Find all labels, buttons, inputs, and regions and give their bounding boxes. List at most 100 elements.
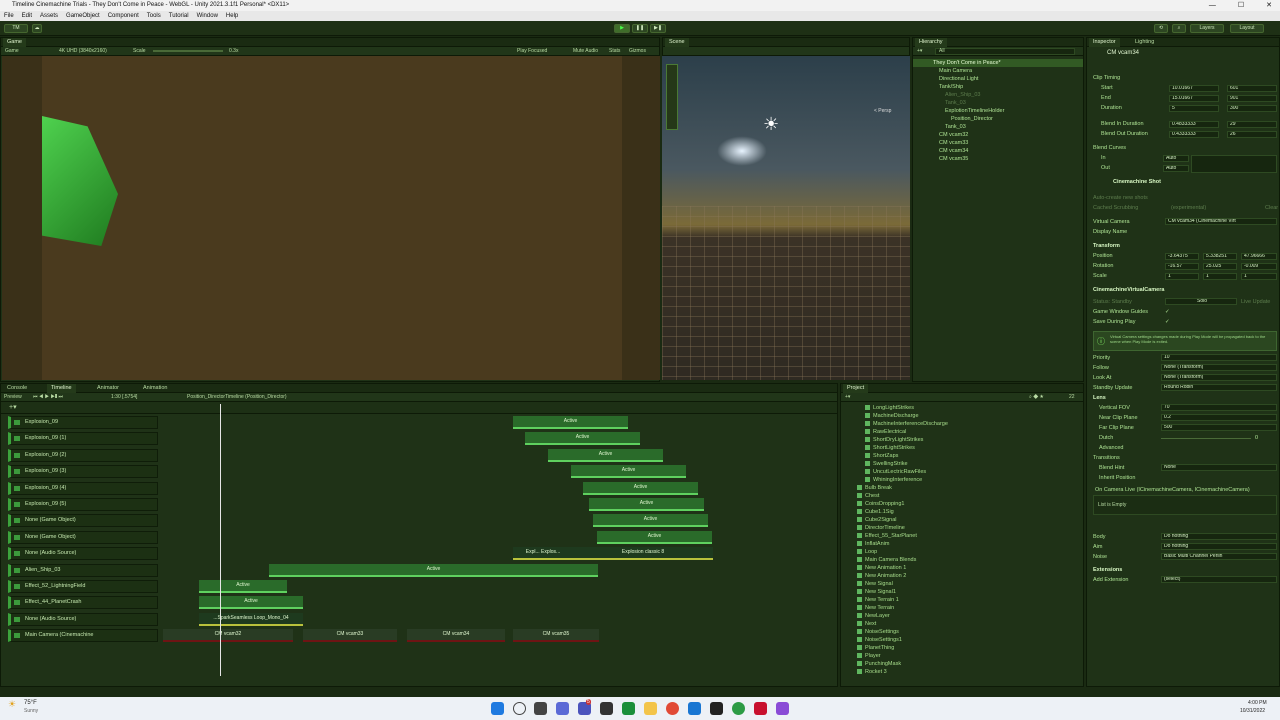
chat-icon[interactable]	[556, 702, 569, 715]
add-track-icon[interactable]: +▾	[9, 403, 17, 411]
timeline-clip[interactable]: CM vcam34	[407, 629, 505, 643]
project-add-icon[interactable]: +▾	[845, 393, 850, 402]
project-item[interactable]: Effect_55_StarPlanet	[857, 532, 917, 540]
project-item[interactable]: New Animation 1	[857, 564, 906, 572]
menu-tutorial[interactable]: Tutorial	[169, 11, 189, 21]
project-item[interactable]: Loop	[857, 548, 877, 556]
far-clip-field[interactable]: 500	[1161, 424, 1277, 431]
clear-button[interactable]: Clear	[1265, 205, 1278, 211]
project-item[interactable]: SwellingStrike	[865, 460, 908, 468]
project-item[interactable]: MachineDischarge	[865, 412, 919, 420]
priority-field[interactable]: 10	[1161, 354, 1277, 361]
timeline-clip[interactable]: Active	[589, 498, 704, 511]
chrome-icon[interactable]	[666, 702, 679, 715]
cloud-icon[interactable]: ☁	[32, 24, 42, 33]
menu-gameobject[interactable]: GameObject	[66, 11, 100, 21]
project-item[interactable]: New Terrain	[857, 604, 894, 612]
tab-scene[interactable]: Scene	[665, 38, 689, 47]
save-play-checkbox[interactable]: ✓	[1165, 319, 1170, 325]
hierarchy-item[interactable]: CM vcam34	[913, 147, 1083, 155]
timeline-clip[interactable]: Active	[583, 481, 698, 495]
browser-icon[interactable]	[732, 702, 745, 715]
project-item[interactable]: Cube1.1Sig	[857, 508, 894, 516]
add-icon[interactable]: +▾	[917, 47, 922, 56]
track-header[interactable]: Effect_44_PlanetCrash	[8, 596, 158, 610]
track-header[interactable]: None (Game Object)	[8, 530, 158, 544]
project-item[interactable]: PlanetThing	[857, 644, 894, 652]
visual-studio-icon[interactable]	[776, 702, 789, 715]
track-header[interactable]: None (Game Object)	[8, 514, 158, 528]
timeline-clip[interactable]: Active	[571, 465, 686, 479]
project-item[interactable]: New Terrain 1	[857, 596, 899, 604]
in-curve-dropdown[interactable]: Auto	[1163, 155, 1189, 162]
tab-inspector[interactable]: Inspector	[1089, 38, 1120, 47]
history-icon[interactable]: ⟲	[1154, 24, 1168, 33]
project-item[interactable]: ShortLightStrikes	[865, 444, 915, 452]
timeline-clip[interactable]: Active	[199, 580, 287, 593]
scene-viewport[interactable]: ☀ < Persp	[662, 56, 910, 380]
project-item[interactable]: LongLightStrikes	[865, 404, 914, 412]
display-dropdown[interactable]: Game	[5, 47, 19, 56]
noise-dropdown[interactable]: Basic Multi Channel Perlin	[1161, 553, 1277, 560]
lookat-field[interactable]: None (Transform)	[1161, 374, 1277, 381]
blend-out-seconds-field[interactable]: 0.4333333	[1169, 131, 1219, 138]
scale-x-field[interactable]: 1	[1165, 273, 1199, 280]
out-curve-dropdown[interactable]: Auto	[1163, 165, 1189, 172]
hierarchy-item[interactable]: CM vcam35	[913, 155, 1083, 163]
play-button[interactable]: ▶	[614, 24, 630, 33]
timeline-clip[interactable]: CM vcam32	[163, 629, 293, 643]
add-extension-dropdown[interactable]: (select)	[1161, 576, 1277, 583]
solo-button[interactable]: Solo	[1165, 298, 1237, 305]
task-view-icon[interactable]	[534, 702, 547, 715]
project-item[interactable]: PunchingMask	[857, 660, 901, 668]
timeline-clip[interactable]: ...SparkSeamless Loop_Mono_04	[199, 612, 303, 626]
blend-in-frames-field[interactable]: 29	[1227, 121, 1277, 128]
lens-header[interactable]: Lens	[1093, 395, 1106, 401]
hierarchy-item[interactable]: They Don't Come in Peace*	[913, 59, 1083, 67]
project-item[interactable]: Rocket 3	[857, 668, 887, 676]
tab-lighting[interactable]: Lighting	[1131, 38, 1158, 47]
end-frames-field[interactable]: 901	[1227, 95, 1277, 102]
zoom-icon[interactable]	[688, 702, 701, 715]
project-item[interactable]: DirectorTimeline	[857, 524, 905, 532]
scale-z-field[interactable]: 1	[1241, 273, 1277, 280]
timeline-clip[interactable]: Active	[548, 448, 663, 462]
timeline-clip[interactable]: CM vcam33	[303, 629, 397, 643]
hierarchy-search-input[interactable]: All	[935, 48, 1075, 55]
position-y-field[interactable]: 5.338251	[1203, 253, 1237, 260]
track-header[interactable]: Explosion_09 (4)	[8, 481, 158, 495]
clock-time[interactable]: 4:00 PM	[1248, 700, 1267, 706]
pause-button[interactable]: ❚❚	[632, 24, 648, 33]
timeline-clip[interactable]: Active	[525, 432, 640, 446]
project-item[interactable]: RawElectrical	[865, 428, 906, 436]
project-item[interactable]: WhiningInterference	[865, 476, 922, 484]
project-filter-icons[interactable]: ⌕ ◆ ★	[1029, 393, 1044, 402]
tab-project[interactable]: Project	[843, 384, 869, 393]
hierarchy-item[interactable]: Main Camera	[913, 67, 1083, 75]
timeline-clip[interactable]: Active	[593, 514, 708, 528]
body-dropdown[interactable]: Do nothing	[1161, 533, 1277, 540]
project-item[interactable]: New Animation 2	[857, 572, 906, 580]
weather-temp[interactable]: 75°F	[24, 700, 37, 706]
standby-dropdown[interactable]: Round Robin	[1161, 384, 1277, 391]
project-item[interactable]: UncutLectricRawFiles	[865, 468, 926, 476]
rotation-y-field[interactable]: 25.025	[1203, 263, 1237, 270]
tab-game[interactable]: Game	[3, 38, 26, 47]
tab-console[interactable]: Console	[3, 384, 31, 393]
project-item[interactable]: CoinsDropping1	[857, 500, 904, 508]
project-item[interactable]: New Signal	[857, 580, 893, 588]
rotation-z-field[interactable]: -0.009	[1241, 263, 1277, 270]
stats-toggle[interactable]: Stats	[609, 47, 620, 56]
hierarchy-item[interactable]: Tank_03	[913, 123, 1083, 131]
start-seconds-field[interactable]: 10.01667	[1169, 85, 1219, 92]
account-button[interactable]: TM	[4, 24, 28, 33]
unity-hub-icon[interactable]	[600, 702, 613, 715]
blend-in-seconds-field[interactable]: 0.4833333	[1169, 121, 1219, 128]
hierarchy-item[interactable]: Tank_03	[913, 99, 1083, 107]
project-item[interactable]: Main Camera Blends	[857, 556, 916, 564]
track-header[interactable]: Alien_Ship_03	[8, 563, 158, 577]
cinemachine-shot-header[interactable]: Cinemachine Shot	[1113, 179, 1161, 185]
timeline-clip[interactable]: Active	[199, 596, 303, 610]
hierarchy-item[interactable]: Position_Director	[913, 115, 1083, 123]
track-header[interactable]: Explosion_09 (2)	[8, 448, 158, 462]
